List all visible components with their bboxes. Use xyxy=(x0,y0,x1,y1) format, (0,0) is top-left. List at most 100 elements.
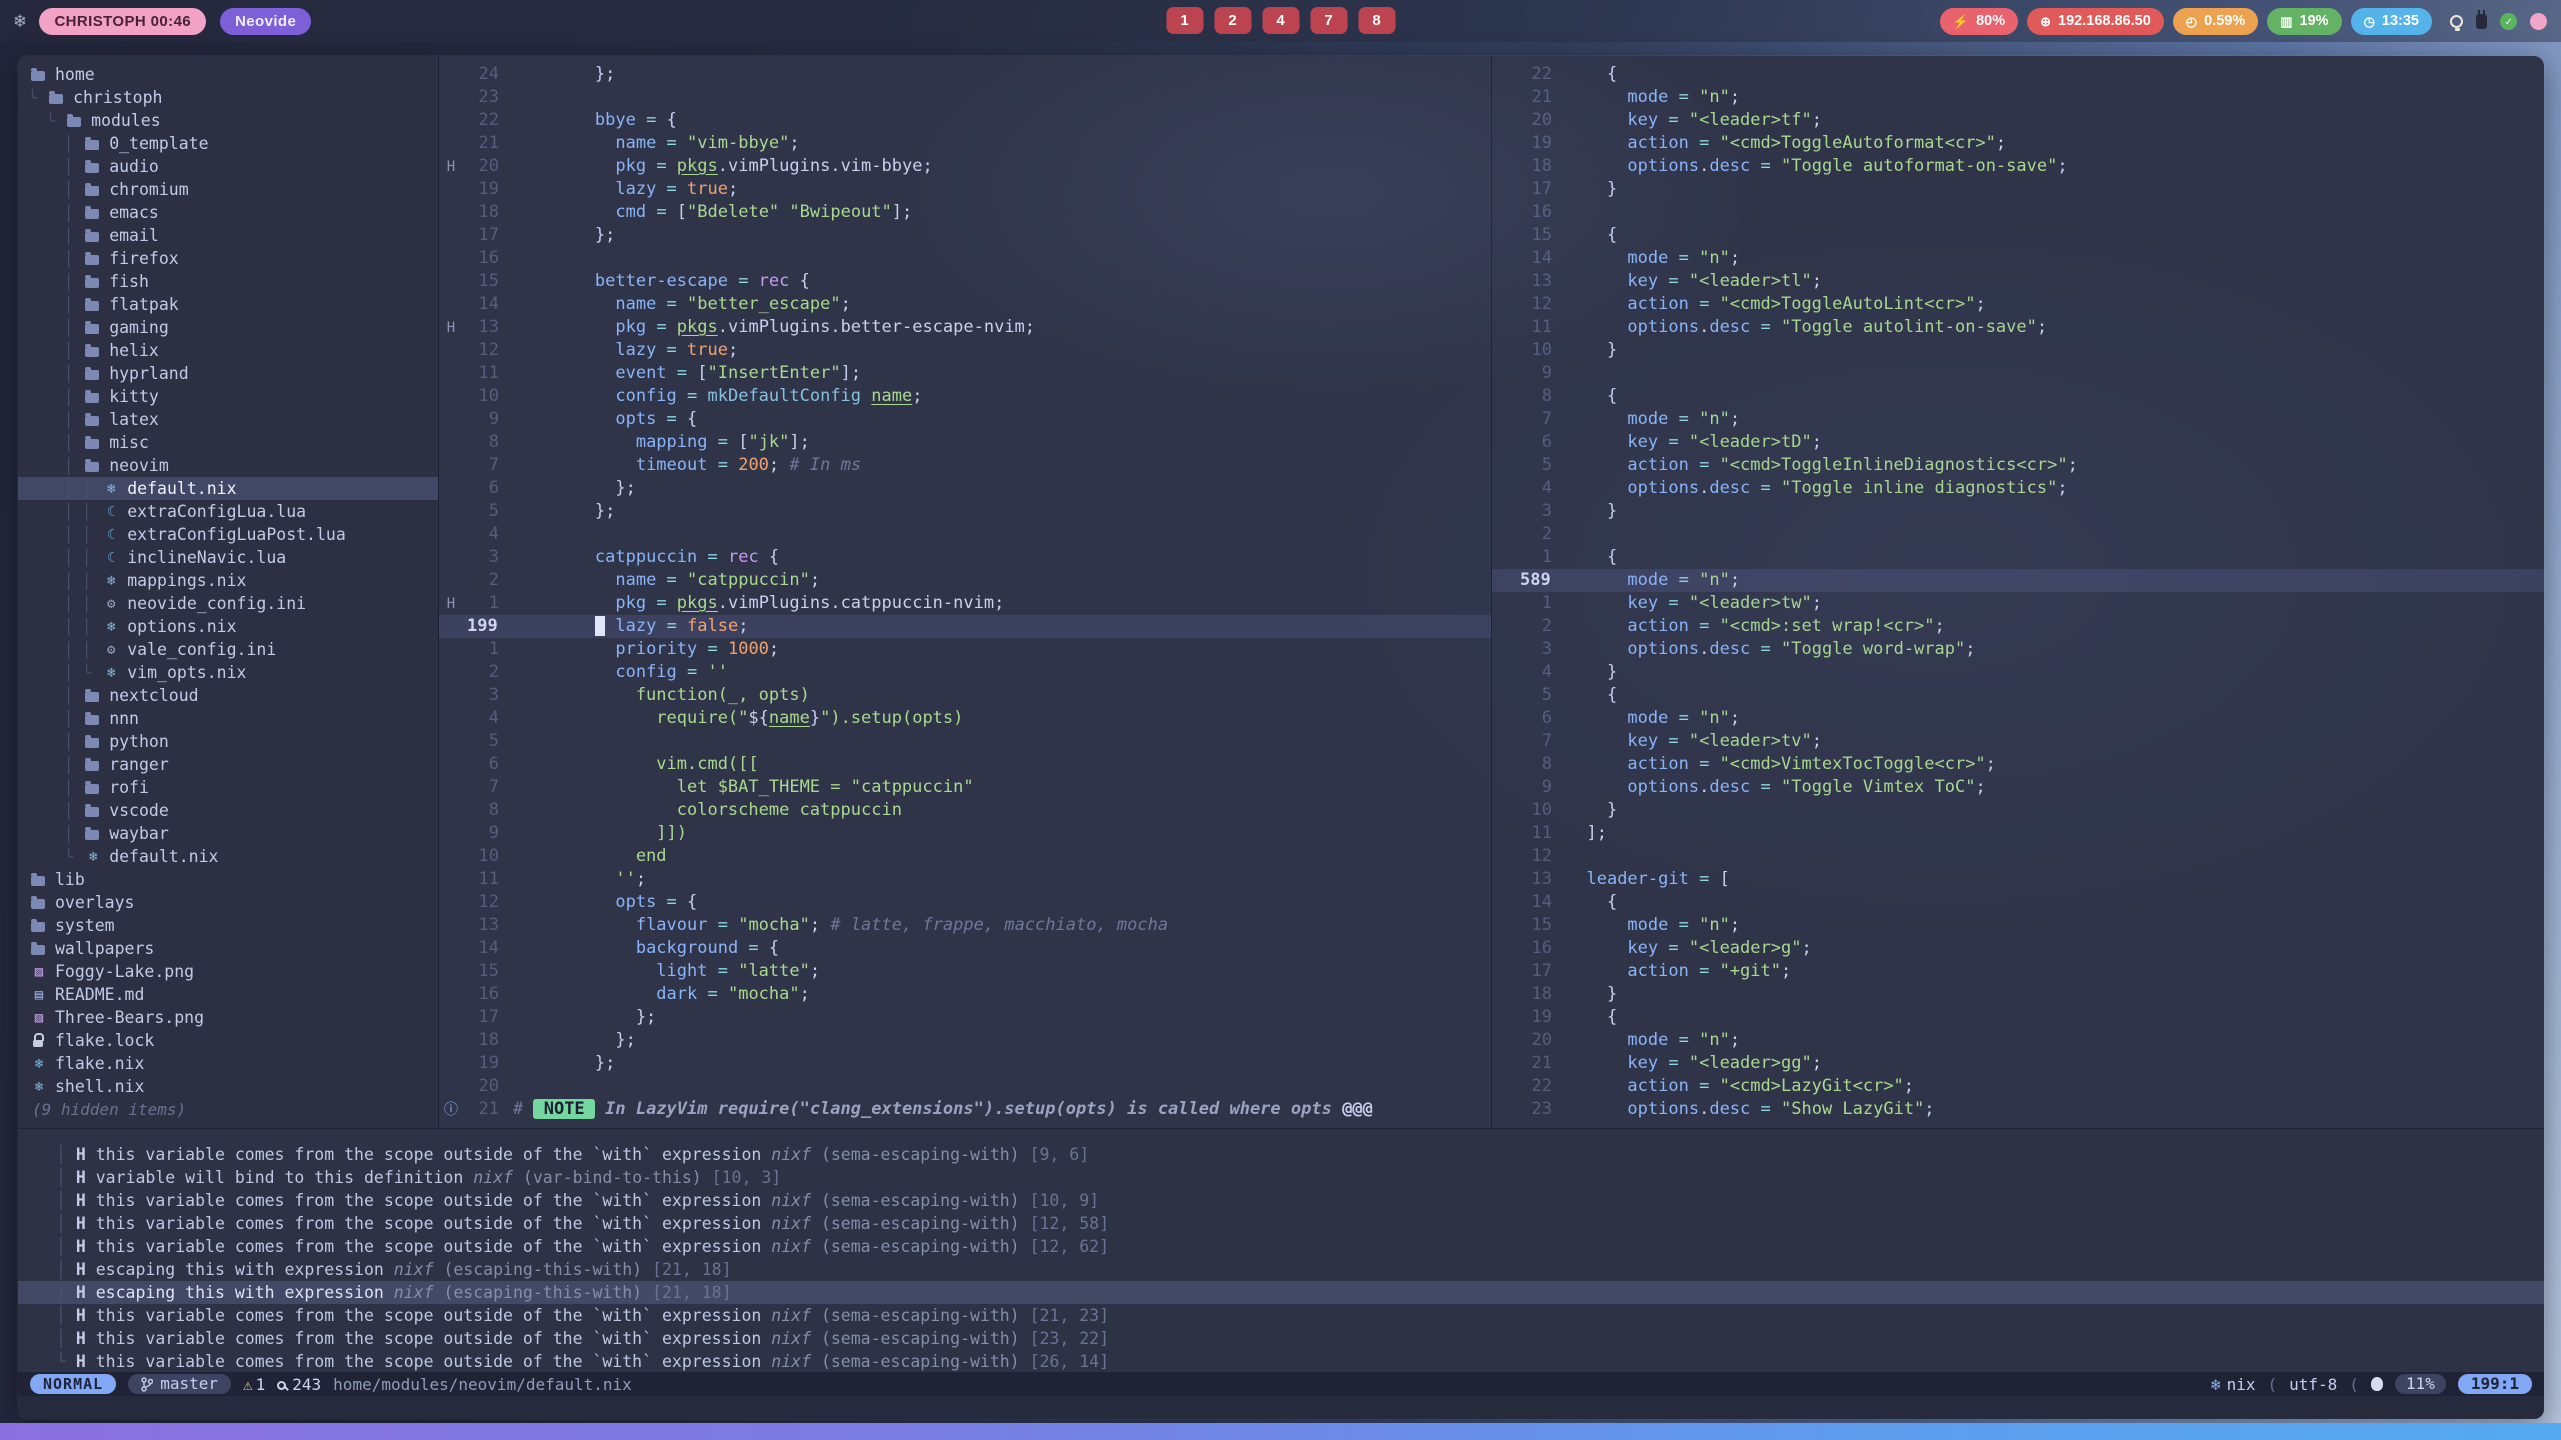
code-line[interactable]: 23 options.desc = "Show LazyGit"; xyxy=(1492,1098,2544,1121)
workspace-badge-1[interactable]: 1 xyxy=(1166,7,1203,34)
diagnostic-item[interactable]: │ H escaping this with expression nixf (… xyxy=(18,1258,2544,1281)
code-line[interactable]: 22 bbye = { xyxy=(439,109,1491,132)
tree-item-lib[interactable]: lib xyxy=(18,868,438,891)
tree-item-extraConfigLuaPost.lua[interactable]: │ │ ☾extraConfigLuaPost.lua xyxy=(18,523,438,546)
code-line[interactable]: 6 key = "<leader>tD"; xyxy=(1492,431,2544,454)
code-line[interactable]: 12 lazy = true; xyxy=(439,339,1491,362)
code-line[interactable]: 17 }; xyxy=(439,224,1491,247)
git-branch[interactable]: master xyxy=(128,1374,231,1394)
code-line[interactable]: 21 name = "vim-bbye"; xyxy=(439,132,1491,155)
workspace-badge-2[interactable]: 2 xyxy=(1214,7,1251,34)
code-line[interactable]: H1 pkg = pkgs.vimPlugins.catppuccin-nvim… xyxy=(439,592,1491,615)
code-line[interactable]: 3 } xyxy=(1492,500,2544,523)
tree-item-rofi[interactable]: │ rofi xyxy=(18,776,438,799)
tree-item-flake.nix[interactable]: ❄flake.nix xyxy=(18,1052,438,1075)
code-line[interactable]: 18 options.desc = "Toggle autoformat-on-… xyxy=(1492,155,2544,178)
code-line[interactable]: 11 options.desc = "Toggle autolint-on-sa… xyxy=(1492,316,2544,339)
code-line[interactable]: 14 { xyxy=(1492,891,2544,914)
diagnostic-item[interactable]: │ H this variable comes from the scope o… xyxy=(18,1212,2544,1235)
code-line[interactable]: 6 mode = "n"; xyxy=(1492,707,2544,730)
code-line[interactable]: 14 mode = "n"; xyxy=(1492,247,2544,270)
status-pill-globe[interactable]: ⊕192.168.86.50 xyxy=(2027,8,2164,35)
code-line[interactable]: 7 let $BAT_THEME = "catppuccin" xyxy=(439,776,1491,799)
tree-item-shell.nix[interactable]: ❄shell.nix xyxy=(18,1075,438,1098)
code-line[interactable]: 9 xyxy=(1492,362,2544,385)
code-line[interactable]: 1 { xyxy=(1492,546,2544,569)
status-pill-ram[interactable]: ▥19% xyxy=(2267,8,2341,35)
code-line[interactable]: 2 name = "catppuccin"; xyxy=(439,569,1491,592)
bulb-icon[interactable] xyxy=(2450,15,2463,28)
code-line[interactable]: 5 action = "<cmd>ToggleInlineDiagnostics… xyxy=(1492,454,2544,477)
code-line[interactable]: 10 config = mkDefaultConfig name; xyxy=(439,385,1491,408)
tree-item-modules[interactable]: ╰ modules xyxy=(18,109,438,132)
tree-item-vscode[interactable]: │ vscode xyxy=(18,799,438,822)
code-line[interactable]: 13 leader-git = [ xyxy=(1492,868,2544,891)
code-line[interactable]: 22 { xyxy=(1492,63,2544,86)
diagnostic-item[interactable]: │ H variable will bind to this definitio… xyxy=(18,1166,2544,1189)
tree-item-ranger[interactable]: │ ranger xyxy=(18,753,438,776)
tree-item-options.nix[interactable]: │ │ ❄options.nix xyxy=(18,615,438,638)
diagnostic-item[interactable]: │ H escaping this with expression nixf (… xyxy=(18,1281,2544,1304)
tree-item-extraConfigLua.lua[interactable]: │ │ ☾extraConfigLua.lua xyxy=(18,500,438,523)
tree-item-audio[interactable]: │ audio xyxy=(18,155,438,178)
code-line[interactable]: 17 }; xyxy=(439,1006,1491,1029)
code-line[interactable]: 15 better-escape = rec { xyxy=(439,270,1491,293)
code-line[interactable]: 3 options.desc = "Toggle word-wrap"; xyxy=(1492,638,2544,661)
code-line[interactable]: 5 { xyxy=(1492,684,2544,707)
tree-item-emacs[interactable]: │ emacs xyxy=(18,201,438,224)
code-line[interactable]: 6 vim.cmd([[ xyxy=(439,753,1491,776)
code-line[interactable]: 20 mode = "n"; xyxy=(1492,1029,2544,1052)
tree-item-flatpak[interactable]: │ flatpak xyxy=(18,293,438,316)
code-line[interactable]: 12 opts = { xyxy=(439,891,1491,914)
code-line[interactable]: 23 xyxy=(439,86,1491,109)
tree-item-wallpapers[interactable]: wallpapers xyxy=(18,937,438,960)
code-line[interactable]: 10 end xyxy=(439,845,1491,868)
code-line[interactable]: 20 key = "<leader>tf"; xyxy=(1492,109,2544,132)
tree-item-neovide_config.ini[interactable]: │ │ ⚙neovide_config.ini xyxy=(18,592,438,615)
code-line[interactable]: 2 xyxy=(1492,523,2544,546)
tree-item-chromium[interactable]: │ chromium xyxy=(18,178,438,201)
tree-item-inclineNavic.lua[interactable]: │ │ ☾inclineNavic.lua xyxy=(18,546,438,569)
tree-item-nnn[interactable]: │ nnn xyxy=(18,707,438,730)
code-line[interactable]: 14 background = { xyxy=(439,937,1491,960)
code-line[interactable]: 12 action = "<cmd>ToggleAutoLint<cr>"; xyxy=(1492,293,2544,316)
tree-item-default.nix[interactable]: ╰ ❄default.nix xyxy=(18,845,438,868)
workspace-badge-7[interactable]: 7 xyxy=(1310,7,1347,34)
tree-item-Three-Bears.png[interactable]: ▨Three-Bears.png xyxy=(18,1006,438,1029)
code-line[interactable]: H13 pkg = pkgs.vimPlugins.better-escape-… xyxy=(439,316,1491,339)
tree-item-gaming[interactable]: │ gaming xyxy=(18,316,438,339)
code-line[interactable]: 1 priority = 1000; xyxy=(439,638,1491,661)
user-clock-badge[interactable]: CHRISTOPH 00:46 xyxy=(39,8,206,35)
code-line[interactable]: 7 key = "<leader>tv"; xyxy=(1492,730,2544,753)
code-line[interactable]: 6 }; xyxy=(439,477,1491,500)
code-line[interactable]: 19 { xyxy=(1492,1006,2544,1029)
code-line[interactable]: 16 xyxy=(1492,201,2544,224)
workspace-badge-8[interactable]: 8 xyxy=(1358,7,1395,34)
code-line[interactable]: 8 colorscheme catppuccin xyxy=(439,799,1491,822)
code-line[interactable]: 11 ''; xyxy=(439,868,1491,891)
code-line[interactable]: 4 xyxy=(439,523,1491,546)
dot-icon[interactable] xyxy=(2530,13,2547,30)
code-line[interactable]: 9 opts = { xyxy=(439,408,1491,431)
code-line[interactable]: 4 options.desc = "Toggle inline diagnost… xyxy=(1492,477,2544,500)
tree-item-Foggy-Lake.png[interactable]: ▨Foggy-Lake.png xyxy=(18,960,438,983)
code-line[interactable]: 13 flavour = "mocha"; # latte, frappe, m… xyxy=(439,914,1491,937)
code-line[interactable]: 4 } xyxy=(1492,661,2544,684)
code-line[interactable]: ⓘ21# NOTE In LazyVim require("clang_exte… xyxy=(439,1098,1491,1121)
tree-item-helix[interactable]: │ helix xyxy=(18,339,438,362)
code-line[interactable]: 2 config = '' xyxy=(439,661,1491,684)
tree-item-system[interactable]: system xyxy=(18,914,438,937)
code-line[interactable]: 15 light = "latte"; xyxy=(439,960,1491,983)
code-line[interactable]: 19 lazy = true; xyxy=(439,178,1491,201)
diagnostic-item[interactable]: │ H this variable comes from the scope o… xyxy=(18,1189,2544,1212)
code-line[interactable]: 22 action = "<cmd>LazyGit<cr>"; xyxy=(1492,1075,2544,1098)
code-line[interactable]: 8 action = "<cmd>VimtexTocToggle<cr>"; xyxy=(1492,753,2544,776)
workspace-badge-4[interactable]: 4 xyxy=(1262,7,1299,34)
tree-item-christoph[interactable]: ╰ christoph xyxy=(18,86,438,109)
code-line[interactable]: 18 cmd = ["Bdelete" "Bwipeout"]; xyxy=(439,201,1491,224)
code-line[interactable]: 2 action = "<cmd>:set wrap!<cr>"; xyxy=(1492,615,2544,638)
code-line[interactable]: 10 } xyxy=(1492,339,2544,362)
code-line[interactable]: 8 { xyxy=(1492,385,2544,408)
neovide-badge[interactable]: Neovide xyxy=(220,8,311,35)
tree-item-misc[interactable]: │ misc xyxy=(18,431,438,454)
